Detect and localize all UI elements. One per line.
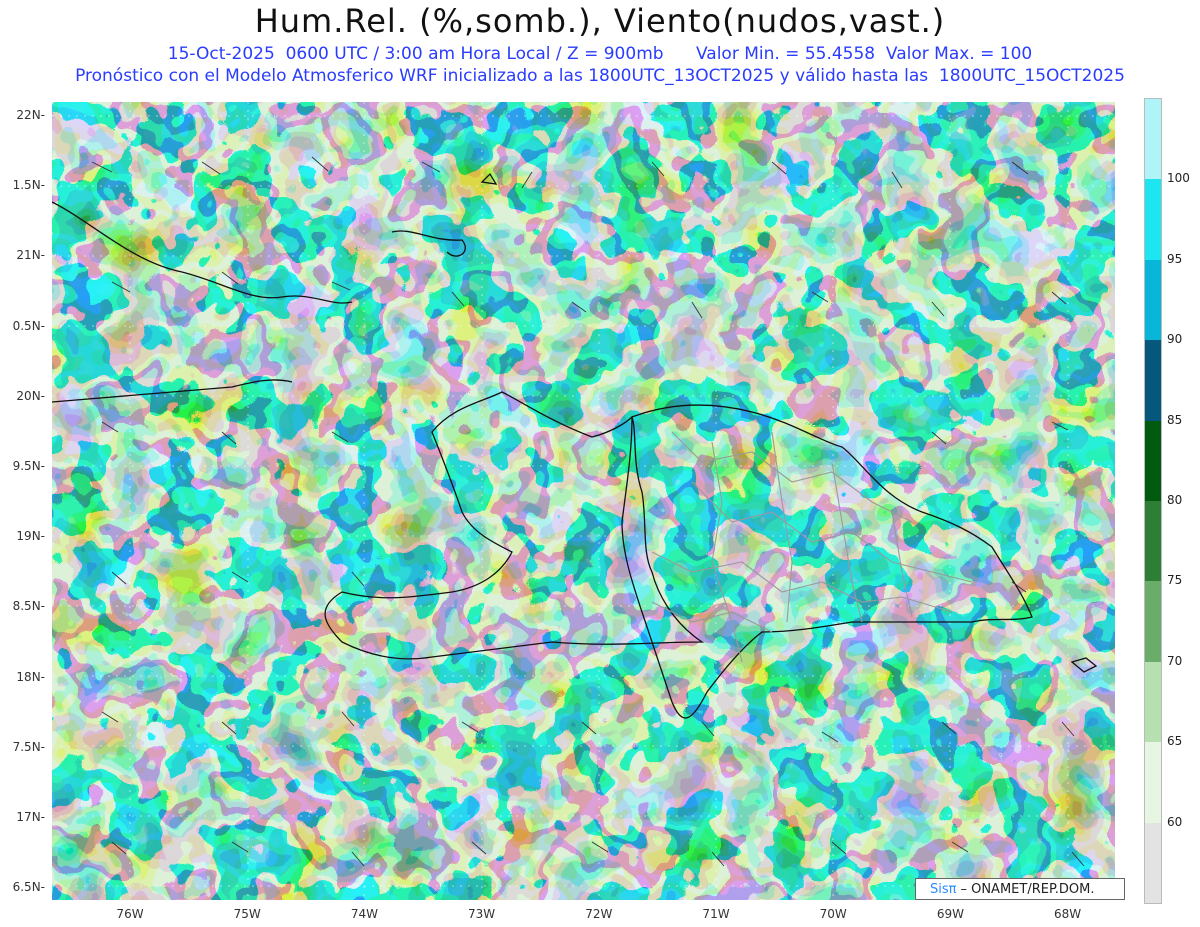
humidity-field bbox=[52, 102, 1115, 900]
colorbar-label: 65 bbox=[1167, 734, 1183, 749]
colorbar-label: 100 bbox=[1167, 171, 1190, 186]
colorbar-segment bbox=[1145, 340, 1161, 422]
colorbar-label: 80 bbox=[1167, 493, 1183, 507]
longitude-label: 75W bbox=[233, 907, 261, 921]
latitude-label: 21N- bbox=[16, 248, 45, 263]
credit-text: – ONAMET/REP.DOM. bbox=[960, 881, 1095, 897]
longitude-label: 74W bbox=[350, 907, 378, 921]
longitude-label: 76W bbox=[116, 907, 144, 921]
colorbar-segment bbox=[1145, 822, 1161, 904]
colorbar-label: 90 bbox=[1167, 332, 1183, 347]
colorbar-segment bbox=[1145, 420, 1161, 502]
longitude-label: 69W bbox=[936, 907, 964, 921]
colorbar-label: 70 bbox=[1167, 653, 1183, 668]
credit-box: Sisπ – ONAMET/REP.DOM. bbox=[915, 878, 1125, 900]
latitude-label: 1.5N- bbox=[12, 178, 45, 193]
longitude-label: 68W bbox=[1054, 907, 1082, 921]
forecast-info-line: 15-Oct-2025 0600 UTC / 3:00 am Hora Loca… bbox=[167, 44, 1033, 64]
latitude-label: 6.5N- bbox=[12, 880, 45, 895]
latitude-label: 22N- bbox=[16, 108, 45, 122]
colorbar-segment bbox=[1145, 259, 1161, 341]
colorbar-label: 95 bbox=[1167, 251, 1183, 266]
longitude-label: 72W bbox=[585, 907, 613, 921]
colorbar-label: 85 bbox=[1167, 412, 1183, 427]
latitude-label: 17N- bbox=[16, 810, 45, 824]
colorbar-label: 75 bbox=[1167, 573, 1183, 588]
humidity-map bbox=[52, 102, 1115, 900]
colorbar-label: 60 bbox=[1167, 814, 1183, 829]
colorbar-segment bbox=[1145, 179, 1161, 261]
longitude-label: 70W bbox=[819, 907, 847, 921]
colorbar-segment bbox=[1145, 501, 1161, 582]
latitude-label: 8.5N- bbox=[12, 599, 45, 614]
colorbar-segment bbox=[1145, 742, 1161, 824]
model-info-line: Pronóstico con el Modelo Atmosferico WRF… bbox=[75, 66, 1125, 86]
latitude-label: 20N- bbox=[16, 388, 45, 403]
longitude-label: 71W bbox=[702, 907, 730, 921]
map-title: Hum.Rel. (%,somb.), Viento(nudos,vast.) bbox=[254, 2, 946, 40]
colorbar-segment bbox=[1145, 661, 1161, 743]
latitude-label: 9.5N- bbox=[12, 459, 45, 473]
colorbar-segment bbox=[1145, 581, 1161, 663]
longitude-label: 73W bbox=[468, 907, 496, 921]
colorbar-segment bbox=[1145, 99, 1161, 180]
latitude-label: 19N- bbox=[16, 529, 45, 544]
latitude-label: 18N- bbox=[16, 669, 45, 684]
latitude-label: 0.5N- bbox=[12, 318, 45, 333]
latitude-label: 7.5N- bbox=[12, 739, 45, 754]
humidity-colorbar bbox=[1144, 98, 1162, 904]
sispi-logo: Sisπ bbox=[930, 881, 957, 897]
